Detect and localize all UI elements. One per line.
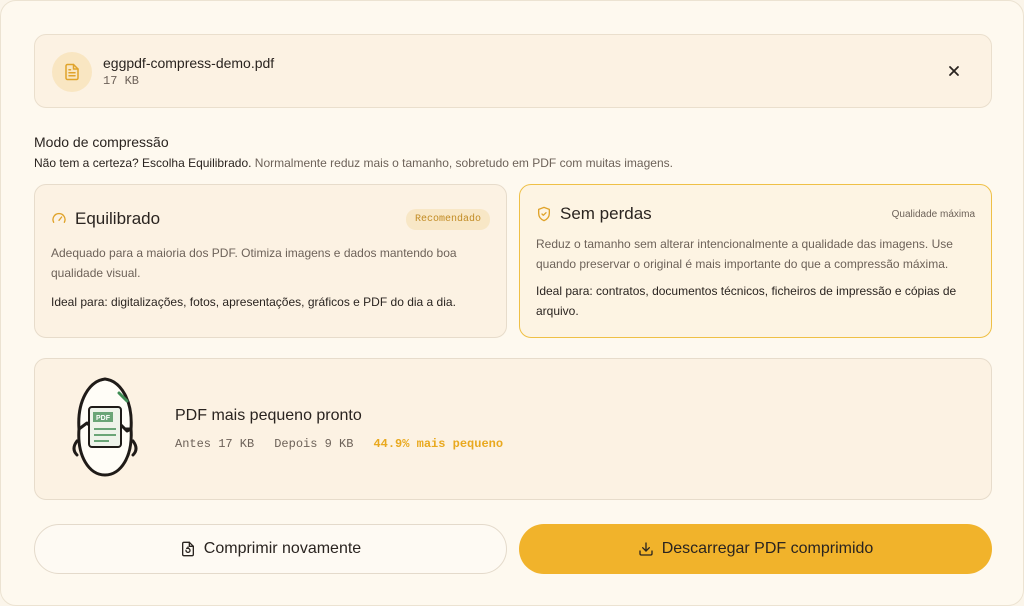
max-quality-badge: Qualidade máxima (891, 208, 975, 220)
download-label: Descarregar PDF comprimido (661, 540, 874, 557)
result-title: PDF mais pequeno pronto (175, 407, 362, 424)
compress-panel: eggpdf-compress-demo.pdf 17 KB Modo de c… (0, 0, 1024, 606)
size-saving: 44.9% mais pequeno (373, 437, 504, 451)
mode-title: Equilibrado (75, 209, 161, 228)
mode-description: Adequado para a maioria dos PDF. Otimiza… (51, 246, 457, 280)
file-name: eggpdf-compress-demo.pdf (103, 55, 275, 71)
hint-rest: Normalmente reduz mais o tamanho, sobret… (251, 156, 673, 170)
recompress-button[interactable]: Comprimir novamente (34, 524, 507, 574)
size-after: Depois 9 KB (274, 437, 354, 451)
result-stats: Antes 17 KB Depois 9 KB 44.9% mais peque… (175, 437, 503, 451)
mascot-pdf-label: PDF (96, 415, 111, 422)
document-icon (52, 52, 92, 92)
download-button[interactable]: Descarregar PDF comprimido (519, 524, 992, 574)
compression-mode-title: Modo de compressão (34, 134, 169, 150)
download-icon (638, 541, 654, 557)
hint-strong: Não tem a certeza? Escolha Equilibrado. (34, 156, 252, 170)
mode-title: Sem perdas (560, 204, 652, 223)
result-card: PDF PDF mais pequeno pronto Antes 17 KB … (34, 358, 992, 500)
compression-mode-hint: Não tem a certeza? Escolha Equilibrado. … (34, 156, 673, 170)
recommended-badge: Recomendado (405, 208, 490, 230)
shield-check-icon (536, 206, 552, 222)
mode-option-lossless[interactable]: Sem perdas Qualidade máxima Reduz o tama… (519, 184, 992, 338)
file-refresh-icon (180, 541, 196, 557)
remove-file-button[interactable] (945, 62, 963, 80)
close-icon (949, 66, 959, 76)
mode-option-balanced[interactable]: Equilibrado Recomendado Adequado para a … (34, 184, 507, 338)
mode-ideal-for: Ideal para: contratos, documentos técnic… (536, 284, 957, 318)
egg-mascot-illustration: PDF (72, 377, 138, 477)
recompress-label: Comprimir novamente (203, 540, 362, 557)
gauge-icon (51, 211, 67, 227)
file-card: eggpdf-compress-demo.pdf 17 KB (34, 34, 992, 108)
file-size: 17 KB (103, 74, 140, 88)
mode-ideal-for: Ideal para: digitalizações, fotos, apres… (51, 295, 456, 309)
mode-description: Reduz o tamanho sem alterar intencionalm… (536, 237, 953, 271)
size-before: Antes 17 KB (175, 437, 255, 451)
